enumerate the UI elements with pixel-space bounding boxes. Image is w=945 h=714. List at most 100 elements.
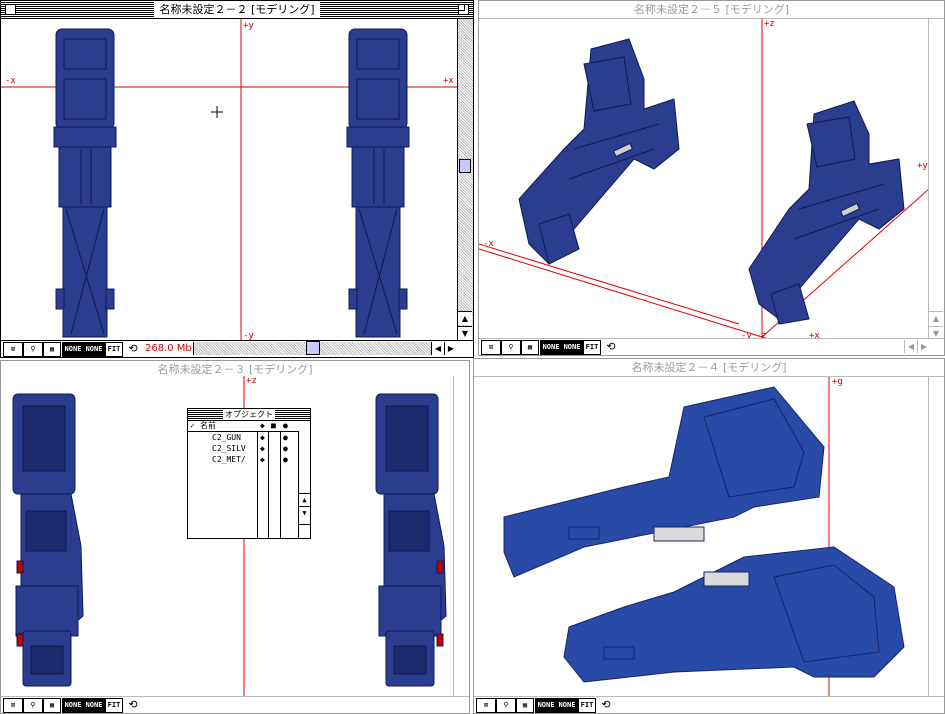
axis-label-left: -x [483, 239, 494, 249]
scroll-right-arrow[interactable]: ▶ [917, 340, 930, 353]
gun-model-left [53, 28, 117, 338]
gun-model-right [346, 28, 410, 338]
visibility-icon: ◆ [260, 421, 265, 430]
vertical-scrollbar[interactable]: ▲ ▼ [928, 19, 944, 341]
viewport-window-perspective[interactable]: 名称未設定２－５ [モデリング] +z -x +y -y -z +x ▲ ▼ ⊠… [478, 0, 945, 356]
fit-button[interactable]: FIT [105, 342, 123, 357]
axis-label-top: +z [764, 19, 775, 29]
snap-button-1[interactable]: NONE [62, 698, 84, 713]
grid-icon[interactable]: ▦ [516, 698, 534, 713]
header-name: 名前 [200, 421, 216, 430]
perspective-view-drawing [479, 19, 929, 341]
axis-toggle-icon[interactable]: ⊠ [481, 340, 501, 355]
scroll-down-arrow[interactable]: ▼ [299, 506, 310, 519]
snap-button-2[interactable]: NONE [556, 698, 578, 713]
snap-button-1[interactable]: NONE [62, 342, 84, 357]
scroll-down-arrow[interactable]: ▼ [458, 326, 472, 340]
object-visible[interactable]: ◆ [260, 443, 265, 454]
grid-icon[interactable]: ▦ [521, 340, 539, 355]
axis-label-right: +x [443, 76, 454, 86]
zoom-box[interactable] [458, 4, 469, 15]
rotate-icon[interactable]: ⟲ [125, 698, 141, 711]
viewport-canvas[interactable]: +z -x +y -y -z +x [479, 19, 929, 341]
axis-label-right: +y [917, 161, 928, 171]
snap-button-2[interactable]: NONE [83, 342, 105, 357]
horizontal-scrollbar[interactable] [193, 341, 432, 355]
object-visible[interactable]: ◆ [260, 454, 265, 465]
axis-label-top: +z [246, 376, 257, 386]
dot-column-icon: ● [283, 421, 288, 430]
object-dot[interactable]: ● [283, 432, 288, 443]
grid-icon[interactable]: ▦ [43, 342, 61, 357]
axis-toggle-icon[interactable]: ⊠ [476, 698, 496, 713]
object-list-item[interactable]: C2_MET/ ◆ ● [188, 454, 310, 465]
gun-model-front-right [375, 393, 447, 687]
snap-button-2[interactable]: NONE [83, 698, 105, 713]
object-name: C2_SILV [212, 444, 246, 453]
vertical-scrollbar[interactable] [928, 377, 944, 697]
scroll-up-arrow[interactable]: ▲ [929, 311, 943, 325]
window-title: 名称未設定２－２ [モデリング] [154, 1, 320, 18]
object-visible[interactable]: ◆ [260, 432, 265, 443]
palette-header-row: ✓ 名前 ◆ ■ ● [188, 421, 310, 432]
memory-readout: 268.0 Mb [145, 343, 192, 354]
viewport-canvas[interactable]: +y -y -x +x [1, 19, 458, 341]
view-icon[interactable]: ⚲ [23, 698, 43, 713]
header-check: ✓ [190, 421, 195, 430]
scroll-left-arrow[interactable]: ◀ [904, 340, 917, 353]
object-list-item[interactable]: C2_SILV ◆ ● [188, 443, 310, 454]
gun-model-front-left [12, 393, 84, 687]
axis-toggle-icon[interactable]: ⊠ [3, 342, 23, 357]
snap-button-1[interactable]: NONE [535, 698, 557, 713]
snap-button-2[interactable]: NONE [561, 340, 583, 355]
axis-toggle-icon[interactable]: ⊠ [3, 698, 23, 713]
hscroll-thumb[interactable] [306, 341, 320, 355]
object-dot[interactable]: ● [283, 443, 288, 454]
view-icon[interactable]: ⚲ [23, 342, 43, 357]
fit-button[interactable]: FIT [578, 698, 596, 713]
lock-icon: ■ [271, 421, 276, 430]
viewport-canvas[interactable]: +g [474, 377, 930, 697]
rotate-icon[interactable]: ⟲ [603, 340, 619, 353]
fit-button[interactable]: FIT [105, 698, 123, 713]
close-box[interactable] [5, 4, 16, 15]
palette-title: オブジェクト [223, 410, 275, 419]
snap-button-1[interactable]: NONE [540, 340, 562, 355]
gun-model-perspective-2 [748, 100, 905, 325]
vertical-scrollbar[interactable]: ▲ ▼ [457, 19, 473, 341]
object-name: C2_MET/ [212, 455, 246, 464]
scroll-left-arrow[interactable]: ◀ [431, 342, 444, 355]
resize-box[interactable] [299, 524, 310, 537]
status-bar: ⊠ ⚲ ▦ NONE NONE FIT ⟲ ◀ ▶ [479, 338, 944, 355]
scroll-up-arrow[interactable]: ▲ [458, 311, 472, 325]
window-titlebar[interactable]: 名称未設定２－４ [モデリング] [474, 359, 944, 377]
status-bar: ⊠ ⚲ ▦ NONE NONE FIT ⟲ [474, 696, 944, 713]
rotate-icon[interactable]: ⟲ [125, 342, 141, 355]
window-title: 名称未設定２－５ [モデリング] [628, 1, 795, 18]
palette-titlebar[interactable]: オブジェクト [188, 409, 310, 421]
object-name: C2_GUN [212, 433, 241, 442]
palette-scrollbar[interactable]: ▲ ▼ [298, 431, 310, 538]
viewport-window-top[interactable]: 名称未設定２－２ [モデリング] +y -y -x +x ▲ ▼ ⊠ ⚲ ▦ N… [0, 0, 474, 358]
window-titlebar[interactable]: 名称未設定２－５ [モデリング] [479, 1, 944, 19]
grid-icon[interactable]: ▦ [43, 698, 61, 713]
scroll-up-arrow[interactable]: ▲ [299, 493, 310, 506]
gun-model-perspective-1 [518, 38, 680, 265]
window-titlebar[interactable]: 名称未設定２－２ [モデリング] [1, 1, 473, 19]
vertical-scrollbar[interactable] [453, 376, 469, 698]
fit-button[interactable]: FIT [583, 340, 601, 355]
view-icon[interactable]: ⚲ [501, 340, 521, 355]
crosshair-cursor [211, 106, 223, 118]
axis-label-left: -x [5, 76, 16, 86]
viewport-window-side[interactable]: 名称未設定２－４ [モデリング] +g ⊠ ⚲ ▦ NONE NONE FIT [473, 358, 945, 714]
rotate-icon[interactable]: ⟲ [598, 698, 614, 711]
status-bar: ⊠ ⚲ ▦ NONE NONE FIT ⟲ 268.0 Mb ◀ ▶ [1, 340, 473, 357]
side-view-drawing [503, 377, 905, 697]
object-list-item[interactable]: C2_GUN ◆ ● [188, 432, 310, 443]
scroll-right-arrow[interactable]: ▶ [444, 342, 457, 355]
scroll-thumb[interactable] [459, 159, 471, 173]
object-palette[interactable]: オブジェクト ✓ 名前 ◆ ■ ● C2_GUN ◆ ● C2_SILV ◆ ●… [187, 408, 311, 539]
object-dot[interactable]: ● [283, 454, 288, 465]
view-icon[interactable]: ⚲ [496, 698, 516, 713]
axis-label-top: +g [832, 377, 843, 387]
